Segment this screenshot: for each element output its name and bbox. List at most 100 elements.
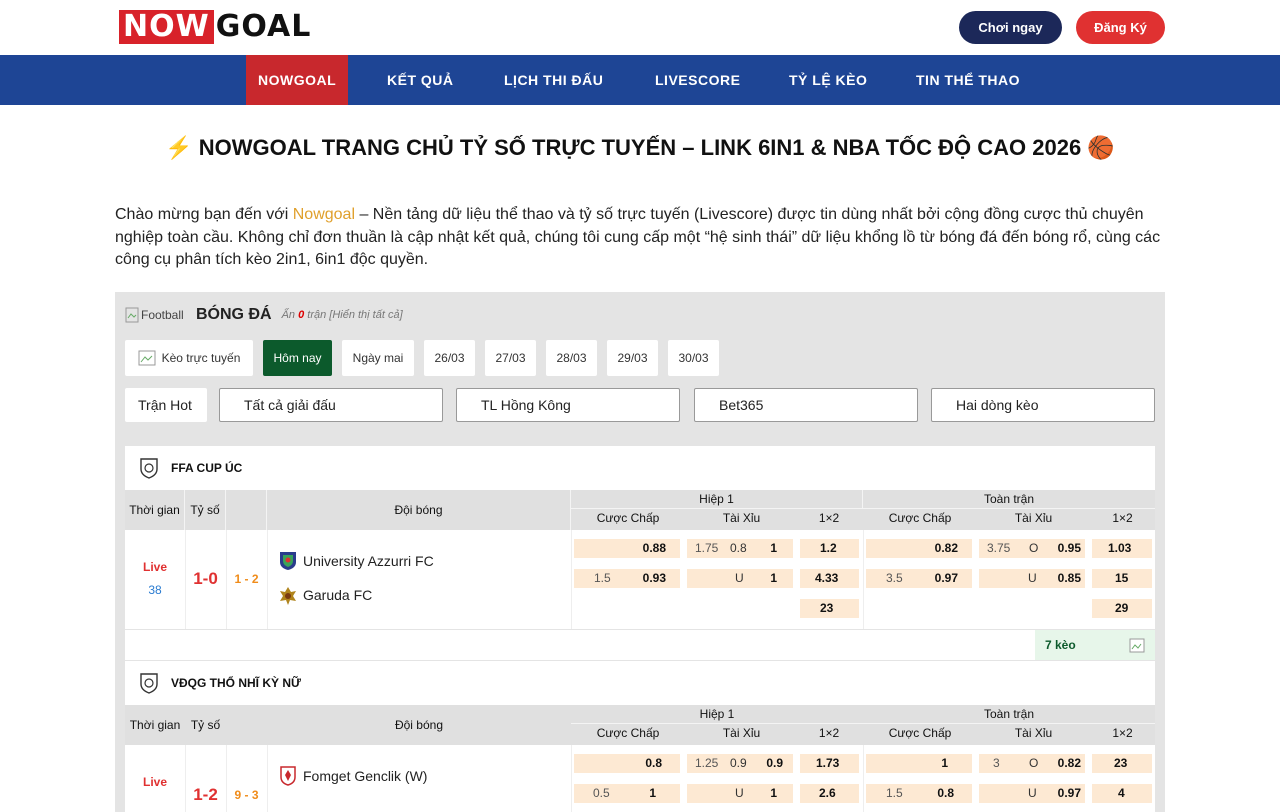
league-select[interactable]: Tất cả giải đấu [219, 388, 443, 422]
odds-cell[interactable]: 15 [1092, 569, 1152, 588]
tab-date-28[interactable]: 28/03 [546, 340, 597, 376]
panel-title: Football BÓNG ĐÁ Ẩn 0 trận [Hiển thị tất… [125, 306, 403, 324]
odds-cell[interactable]: 1.25 0.9 0.9 [687, 754, 793, 773]
tab-date-30[interactable]: 30/03 [668, 340, 719, 376]
odds-side: O [1029, 756, 1039, 770]
league-shield-icon [140, 673, 158, 694]
nav-item-livescore[interactable]: LIVESCORE [655, 55, 740, 105]
register-button[interactable]: Đăng Ký [1076, 11, 1165, 44]
nav-item-sports-news[interactable]: TIN THỂ THAO [916, 55, 1020, 105]
col-blank [226, 490, 267, 530]
nav-item-schedule[interactable]: LỊCH THI ĐẤU [504, 55, 603, 105]
tab-date-26[interactable]: 26/03 [424, 340, 475, 376]
nav-item-nowgoal[interactable]: NOWGOAL [246, 55, 349, 105]
odds-cell[interactable]: 2.6 [800, 784, 859, 803]
more-odds-button[interactable]: 7 kèo [1035, 630, 1155, 660]
odds-cell[interactable]: 3.75 O 0.95 [979, 539, 1085, 558]
odds-cell[interactable]: 3.5 0.97 [866, 569, 972, 588]
odds-cell[interactable]: 23 [1092, 754, 1152, 773]
bookmaker-select[interactable]: Bet365 [694, 388, 918, 422]
odds-cell[interactable]: U1 [687, 569, 793, 588]
tab-live-odds[interactable]: Kèo trực tuyến [125, 340, 253, 376]
home-team[interactable]: University Azzurri FC [303, 553, 434, 569]
odds-cell[interactable]: U 0.97 [979, 784, 1085, 803]
col-full-x12: 1×2 [1112, 511, 1133, 525]
odds-value: 29 [1115, 601, 1129, 615]
col-half-x12: 1×2 [818, 511, 840, 525]
nav-item-odds[interactable]: TỶ LỆ KÈO [789, 55, 867, 105]
broken-image-icon [1129, 638, 1145, 653]
odds-cell[interactable]: 1.75 0.8 1 [687, 539, 793, 558]
livescore-panel: Football BÓNG ĐÁ Ẩn 0 trận [Hiển thị tất… [115, 292, 1165, 812]
odds-cell[interactable]: 1.03 [1092, 539, 1152, 558]
tab-tomorrow[interactable]: Ngày mai [342, 340, 414, 376]
hot-matches-button[interactable]: Trận Hot [125, 388, 207, 422]
hidden-matches-toggle[interactable]: Ẩn 0 trận [Hiển thị tất cả] [282, 309, 403, 321]
odds-side: U [1028, 786, 1037, 800]
away-team[interactable]: Garuda FC [303, 587, 372, 603]
odds-cell[interactable]: 4.33 [800, 569, 859, 588]
col-half-ou: Tài Xỉu [722, 726, 761, 740]
col-score: Tỷ số [185, 490, 226, 530]
league-header[interactable]: VĐQG THỔ NHĨ KỲ NỮ [125, 661, 1155, 705]
divider [571, 530, 572, 629]
more-odds-row [125, 630, 1155, 660]
home-team[interactable]: Fomget Genclik (W) [303, 768, 427, 784]
col-teams: Đội bóng [394, 718, 444, 732]
home-team-crest-icon [280, 552, 296, 570]
odds-cell[interactable]: 23 [800, 599, 859, 618]
page-title: ⚡ NOWGOAL TRANG CHỦ TỶ SỐ TRỰC TUYẾN – L… [165, 135, 1115, 160]
odds-value: 0.82 [934, 541, 958, 555]
odds-cell[interactable]: U 0.85 [979, 569, 1085, 588]
odds-cell[interactable]: 1 [866, 754, 972, 773]
tab-date-27[interactable]: 27/03 [485, 340, 536, 376]
tab-date-29[interactable]: 29/03 [607, 340, 658, 376]
broken-image-icon [138, 350, 156, 366]
odds-cell[interactable]: 0.82 [866, 539, 972, 558]
odds-cell[interactable]: 1.73 [800, 754, 859, 773]
odds-cell[interactable]: 0.8 [574, 754, 680, 773]
divider [267, 745, 268, 812]
odds-value: 0.8 [937, 786, 954, 800]
match-corners: 1 - 2 [234, 572, 259, 586]
odds-value: 4 [1118, 786, 1125, 800]
odds-value: 23 [1114, 756, 1128, 770]
play-now-button[interactable]: Chơi ngay [959, 11, 1062, 44]
odds-cell[interactable]: 1.5 0.93 [574, 569, 680, 588]
odds-lines-select[interactable]: Hai dòng kèo [931, 388, 1155, 422]
league-name: VĐQG THỔ NHĨ KỲ NỮ [171, 676, 301, 690]
odds-value: 0.88 [642, 541, 666, 555]
odds-cell[interactable]: 1.2 [800, 539, 859, 558]
odds-cell[interactable]: 0.88 [574, 539, 680, 558]
odds-cell[interactable]: 29 [1092, 599, 1152, 618]
nav-item-results[interactable]: KẾT QUẢ [387, 55, 454, 105]
odds-line: 1.5 [594, 571, 611, 585]
odds-cell[interactable]: U1 [687, 784, 793, 803]
intro-brand-link[interactable]: Nowgoal [293, 206, 355, 223]
site-logo[interactable]: NOW GOAL [119, 10, 311, 44]
odds-cell[interactable]: 0.5 1 [574, 784, 680, 803]
odds-value: 1.73 [816, 756, 840, 770]
odds-cell[interactable]: 3 O 0.82 [979, 754, 1085, 773]
odds-value: 15 [1115, 571, 1129, 585]
odds-value: 1.03 [1108, 541, 1132, 555]
main-nav: NOWGOAL KẾT QUẢ LỊCH THI ĐẤU LIVESCORE T… [0, 55, 1280, 105]
col-time: Thời gian [129, 718, 181, 732]
odds-line: 3.75 [987, 541, 1011, 555]
odds-side: U [735, 786, 744, 800]
match-score: 1-0 [193, 569, 218, 588]
col-full: Toàn trận [863, 705, 1155, 724]
hidden-prefix: Ẩn [281, 309, 299, 321]
odds-line: 3.5 [886, 571, 903, 585]
tab-today[interactable]: Hôm nay [263, 340, 332, 376]
odds-value: 1 [770, 571, 777, 585]
league-header[interactable]: FFA CUP ÚC [125, 446, 1155, 490]
timezone-select[interactable]: TL Hồng Kông [456, 388, 680, 422]
odds-value: 1.2 [820, 541, 837, 555]
odds-value: 0.97 [934, 571, 958, 585]
odds-cell[interactable]: 1.5 0.8 [866, 784, 972, 803]
col-half: Hiệp 1 [571, 705, 863, 724]
col-half-ou: Tài Xỉu [722, 511, 761, 525]
col-score: Tỷ số [190, 718, 221, 732]
odds-cell[interactable]: 4 [1092, 784, 1152, 803]
